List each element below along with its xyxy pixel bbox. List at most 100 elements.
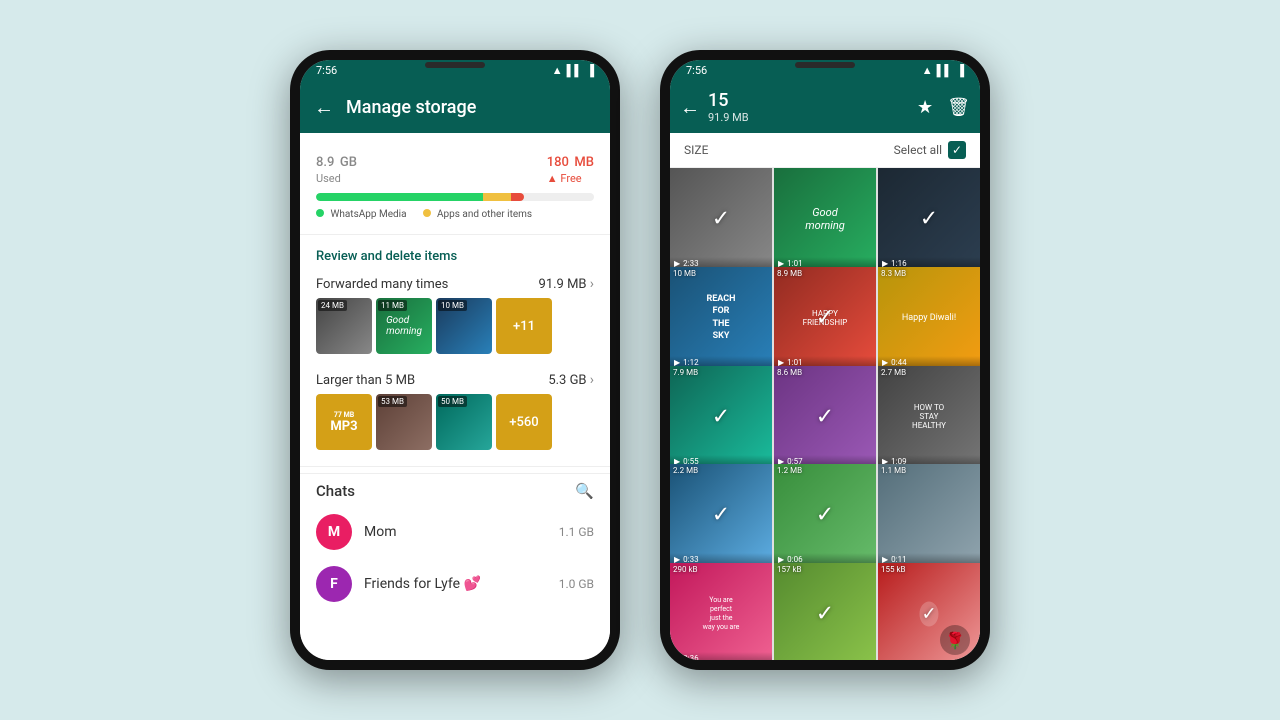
size-label-4: 8.9 MB: [777, 269, 802, 278]
size-label-13: 157 kB: [777, 565, 802, 574]
size-label-6: 7.9 MB: [673, 368, 698, 377]
grid-cell-4[interactable]: 8.9 MB HAPPYFRIENDSHIP ✓ ▶ 1:01: [774, 267, 876, 369]
forwarded-size: 91.9 MB ›: [539, 276, 594, 292]
select-all-checkbox[interactable]: ✓: [948, 141, 966, 159]
thumb-larger-plus[interactable]: +560: [496, 394, 552, 450]
size-label-14: 155 kB: [881, 565, 906, 574]
chat-name-friends: Friends for Lyfe 💕: [364, 576, 547, 592]
grid-cell-3[interactable]: 10 MB REACHFORTHESKY ▶ 1:12: [670, 267, 772, 369]
chat-item-mom[interactable]: M Mom 1.1 GB: [300, 506, 610, 558]
selected-size: 91.9 MB: [708, 111, 917, 124]
check-4: ✓: [816, 305, 834, 330]
back-button-2[interactable]: ←: [680, 95, 700, 120]
how-stay-healthy: HOW TOSTAYHEALTHY: [912, 403, 946, 430]
grid-cell-14[interactable]: 155 kB 🌹 ✓: [878, 563, 980, 660]
thumb-larger-1[interactable]: 77 MB MP3: [316, 394, 372, 450]
grid-cell-8[interactable]: 2.7 MB HOW TOSTAYHEALTHY ▶ 1:09: [878, 366, 980, 468]
forwarded-thumbs: 24 MB 11 MB Goodmorning 10 MB +11: [300, 298, 610, 364]
legend-apps-label: Apps and other items: [437, 209, 532, 220]
apps-dot: [423, 209, 431, 217]
signal-icon-2: ▌▌: [937, 64, 953, 77]
size-label-7: 8.6 MB: [777, 368, 802, 377]
grid-cell-12[interactable]: 290 kB You areperfectjust theway you are…: [670, 563, 772, 660]
good-morning-grid: Goodmorning: [803, 204, 846, 234]
chat-name-mom: Mom: [364, 524, 547, 540]
thumb-label-4: 53 MB: [378, 396, 407, 407]
storage-bar: [316, 193, 594, 201]
app-bar-action-icons: ★ 🗑: [917, 97, 970, 118]
size-label-3: 10 MB: [673, 269, 696, 278]
search-icon[interactable]: 🔍: [575, 482, 594, 500]
check-6: ✓: [712, 404, 730, 429]
star-button[interactable]: ★: [917, 97, 933, 118]
status-icons-1: ▲ ▌▌ ▐: [552, 64, 594, 77]
good-morning-text: Goodmorning: [386, 315, 422, 337]
thumb-forwarded-3[interactable]: 10 MB: [436, 298, 492, 354]
check-2: ✓: [920, 207, 938, 232]
thumb-forwarded-2[interactable]: 11 MB Goodmorning: [376, 298, 432, 354]
chat-item-friends[interactable]: F Friends for Lyfe 💕 1.0 GB: [300, 558, 610, 610]
thumb-forwarded-plus[interactable]: +11: [496, 298, 552, 354]
thumb-label-2: 11 MB: [378, 300, 407, 311]
app-bar-2: ← 15 91.9 MB ★ 🗑: [670, 81, 980, 133]
thumb-larger-3[interactable]: 50 MB: [436, 394, 492, 450]
chat-size-mom: 1.1 GB: [559, 525, 594, 539]
larger-thumbs: 77 MB MP3 53 MB 50 MB +560: [300, 394, 610, 460]
storage-used-section: 8.9 GB Used: [316, 147, 357, 185]
grid-cell-1[interactable]: Goodmorning ▶ 1:01: [774, 168, 876, 270]
delete-button[interactable]: 🗑: [947, 97, 970, 118]
chats-title: Chats: [316, 482, 355, 500]
time-2: 7:56: [686, 64, 707, 77]
larger-size: 5.3 GB ›: [548, 372, 594, 388]
check-9: ✓: [712, 503, 730, 528]
battery-icon-2: ▐: [956, 64, 964, 77]
signal-icon: ▌▌: [567, 64, 583, 77]
check-10: ✓: [816, 503, 834, 528]
whatsapp-dot: [316, 209, 324, 217]
size-label-5: 8.3 MB: [881, 269, 906, 278]
free-label: ▲ Free: [547, 172, 594, 185]
thumb-label-3: 10 MB: [438, 300, 467, 311]
thumb-forwarded-1[interactable]: 24 MB: [316, 298, 372, 354]
select-all-row[interactable]: Select all ✓: [894, 141, 966, 159]
size-label-11: 1.1 MB: [881, 466, 906, 475]
avatar-friends: F: [316, 566, 352, 602]
avatar-mom: M: [316, 514, 352, 550]
larger-section-header[interactable]: Larger than 5 MB 5.3 GB ›: [300, 364, 610, 394]
forwarded-section-header[interactable]: Forwarded many times 91.9 MB ›: [300, 268, 610, 298]
diwali-text: Happy Diwali!: [902, 313, 956, 323]
grid-cell-10[interactable]: 1.2 MB ✓ ▶ 0:06: [774, 464, 876, 566]
forwarded-title: Forwarded many times: [316, 277, 448, 292]
storage-free-value: 180 MB: [547, 147, 594, 172]
grid-cell-11[interactable]: 1.1 MB ▶ 0:11: [878, 464, 980, 566]
back-button-1[interactable]: ←: [314, 95, 334, 120]
duration-12: 0:36: [683, 654, 698, 660]
thumb-label-1: 24 MB: [318, 300, 347, 311]
grid-cell-9[interactable]: 2.2 MB ✓ ▶ 0:33: [670, 464, 772, 566]
size-label: SIZE: [684, 143, 708, 157]
check-14: ✓: [919, 602, 938, 627]
phone-1-screen: 7:56 ▲ ▌▌ ▐ ← Manage storage: [300, 60, 610, 660]
selected-count: 15: [708, 90, 917, 111]
phone-2: 7:56 ▲ ▌▌ ▐ ← 15 91.9 MB ★ 🗑: [660, 50, 990, 670]
grid-cell-6[interactable]: 7.9 MB ✓ ▶ 0:55: [670, 366, 772, 468]
grid-cell-13[interactable]: 157 kB ✓: [774, 563, 876, 660]
check-0: ✓: [712, 207, 730, 232]
size-select-bar: SIZE Select all ✓: [670, 133, 980, 168]
select-all-label: Select all: [894, 143, 942, 157]
phone-2-screen: 7:56 ▲ ▌▌ ▐ ← 15 91.9 MB ★ 🗑: [670, 60, 980, 660]
thumb-larger-2[interactable]: 53 MB: [376, 394, 432, 450]
size-label-8: 2.7 MB: [881, 368, 906, 377]
grid-cell-2[interactable]: ✓ ▶ 1:16: [878, 168, 980, 270]
bar-apps: [483, 193, 511, 201]
grid-cell-0[interactable]: ✓ ▶ 2:33: [670, 168, 772, 270]
check-7: ✓: [816, 404, 834, 429]
review-link[interactable]: Review and delete items: [300, 241, 610, 268]
bar-free: [511, 193, 525, 201]
used-label: Used: [316, 172, 357, 185]
you-are-perfect: You areperfectjust theway you are: [703, 596, 740, 632]
legend-apps: Apps and other items: [423, 209, 533, 220]
grid-cell-5[interactable]: 8.3 MB Happy Diwali! ▶ 0:44: [878, 267, 980, 369]
grid-cell-7[interactable]: 8.6 MB ✓ ▶ 0:57: [774, 366, 876, 468]
storage-free-section: 180 MB ▲ Free: [547, 147, 594, 185]
